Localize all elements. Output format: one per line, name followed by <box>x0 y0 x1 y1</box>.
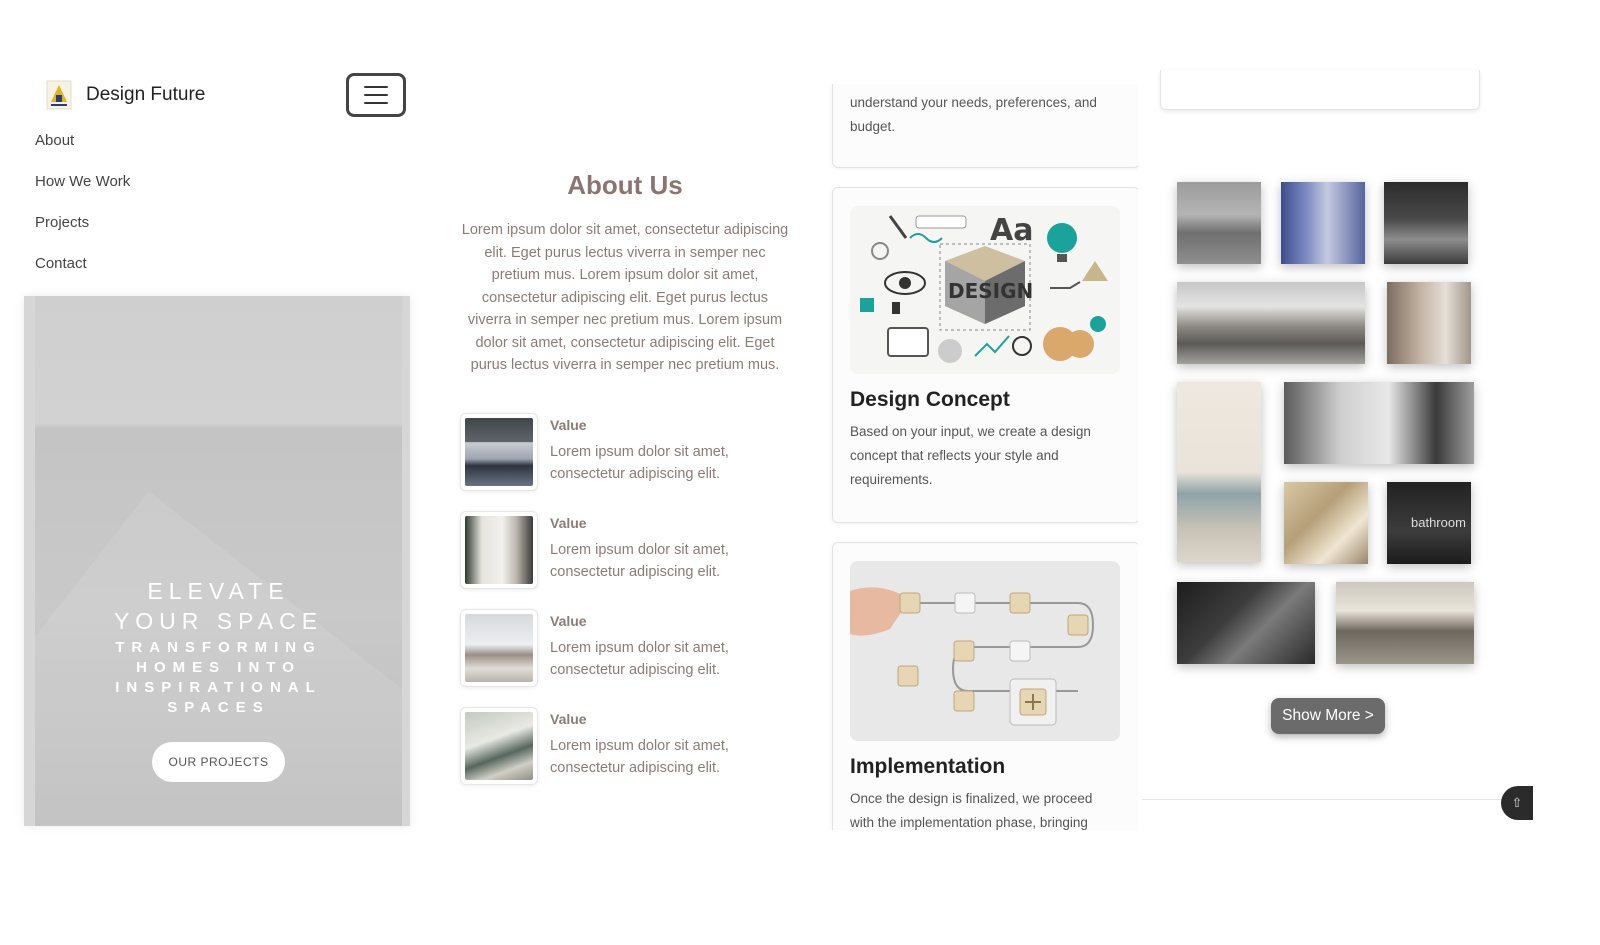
divider <box>1142 799 1502 800</box>
nav-menu: About How We Work Projects Contact <box>35 128 130 292</box>
hamburger-menu-button[interactable] <box>346 73 406 117</box>
nav-item-how-we-work[interactable]: How We Work <box>35 169 130 210</box>
value-item: Value Lorem ipsum dolor sit amet, consec… <box>460 412 790 511</box>
design-image-glyph: Aa <box>990 213 1033 248</box>
implementation-image <box>850 561 1120 741</box>
about-title: About Us <box>567 170 683 200</box>
value-image <box>460 608 538 687</box>
gallery-thumb[interactable] <box>1177 382 1261 562</box>
gallery-thumb[interactable] <box>1177 582 1315 664</box>
gallery-thumb[interactable] <box>1336 582 1474 664</box>
our-projects-button[interactable]: OUR PROJECTS <box>152 742 285 782</box>
value-title: Value <box>550 416 587 433</box>
design-concept-image: Aa DESIGN <box>850 206 1120 374</box>
value-desc: Lorem ipsum dolor sit amet, consectetur … <box>550 541 729 580</box>
scroll-to-top-button[interactable]: ⇧ <box>1501 786 1533 820</box>
nav-item-projects[interactable]: Projects <box>35 210 130 251</box>
gallery-thumb[interactable] <box>1177 282 1365 364</box>
hero-title: ELEVATE YOUR SPACE <box>113 578 324 634</box>
about-text: Lorem ipsum dolor sit amet, consectetur … <box>461 222 789 373</box>
value-item: Value Lorem ipsum dolor sit amet, consec… <box>460 608 790 707</box>
design-concept-card: Aa DESIGN Design Concept Based on your i… <box>832 187 1138 523</box>
implementation-title: Implementation <box>850 755 1006 778</box>
value-title: Value <box>550 514 587 531</box>
implementation-card: Implementation Once the design is finali… <box>832 542 1138 830</box>
hero-section: ELEVATE YOUR SPACE TRANSFORMING HOMES IN… <box>24 296 410 826</box>
about-us-section: About Us Lorem ipsum dolor sit amet, con… <box>460 170 790 805</box>
value-image <box>460 706 538 785</box>
gallery-header-card <box>1160 70 1480 110</box>
value-image <box>460 510 538 589</box>
gallery-thumb[interactable] <box>1284 382 1474 464</box>
house-logo-icon <box>46 80 72 110</box>
nav-item-about[interactable]: About <box>35 128 130 169</box>
value-image <box>460 412 538 491</box>
gallery-thumb-bathroom[interactable]: bathroom <box>1387 482 1471 564</box>
nav-item-contact[interactable]: Contact <box>35 251 130 292</box>
hamburger-menu-icon <box>364 86 388 88</box>
implementation-desc: Once the design is finalized, we proceed… <box>850 791 1093 830</box>
projects-gallery-section: bathroom Show More > ⇧ <box>1142 70 1533 840</box>
design-concept-title: Design Concept <box>850 388 1010 411</box>
hero-background-image: ELEVATE YOUR SPACE TRANSFORMING HOMES IN… <box>35 296 402 826</box>
design-concept-desc: Based on your input, we create a design … <box>850 424 1091 487</box>
hero-subtitle: TRANSFORMING HOMES INTO INSPIRATIONAL SP… <box>115 639 322 716</box>
gallery-thumb[interactable] <box>1177 182 1261 264</box>
how-we-work-section: understand your needs, preferences, and … <box>820 84 1138 830</box>
consultation-card: understand your needs, preferences, and … <box>832 84 1138 168</box>
show-more-button[interactable]: Show More > <box>1271 698 1385 734</box>
consultation-desc: understand your needs, preferences, and … <box>850 95 1097 134</box>
value-title: Value <box>550 612 587 629</box>
gallery-thumb[interactable] <box>1284 482 1368 564</box>
brand-name: Design Future <box>86 84 206 105</box>
mobile-home-panel: Design Future About How We Work Projects… <box>24 70 410 830</box>
value-item: Value Lorem ipsum dolor sit amet, consec… <box>460 510 790 609</box>
arrow-up-icon: ⇧ <box>1511 795 1523 810</box>
gallery-thumb[interactable] <box>1281 182 1365 264</box>
value-desc: Lorem ipsum dolor sit amet, consectetur … <box>550 639 729 678</box>
value-desc: Lorem ipsum dolor sit amet, consectetur … <box>550 737 729 776</box>
value-desc: Lorem ipsum dolor sit amet, consectetur … <box>550 443 729 482</box>
value-item: Value Lorem ipsum dolor sit amet, consec… <box>460 706 790 805</box>
bathroom-label: bathroom <box>1411 515 1466 530</box>
brand[interactable]: Design Future <box>46 80 205 110</box>
gallery-thumb[interactable] <box>1387 282 1471 364</box>
values-list: Value Lorem ipsum dolor sit amet, consec… <box>460 412 790 805</box>
gallery-thumb[interactable] <box>1384 182 1468 264</box>
design-image-word: DESIGN <box>948 279 1033 303</box>
value-title: Value <box>550 710 587 727</box>
